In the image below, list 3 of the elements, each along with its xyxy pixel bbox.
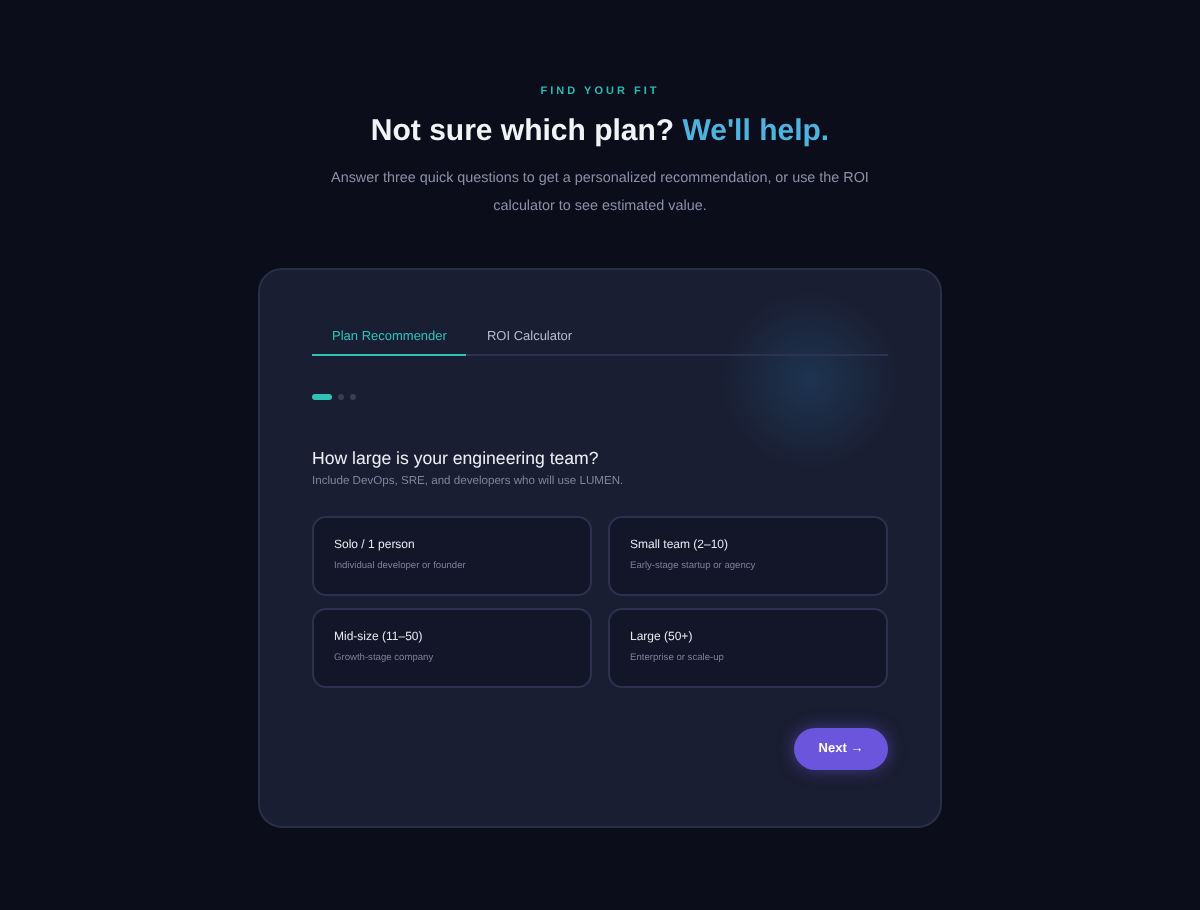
heading: Not sure which plan? bbox=[370, 114, 675, 148]
question: How large is your engineering team? bbox=[312, 448, 601, 468]
heading-highlight: We'll help. bbox=[682, 114, 830, 148]
